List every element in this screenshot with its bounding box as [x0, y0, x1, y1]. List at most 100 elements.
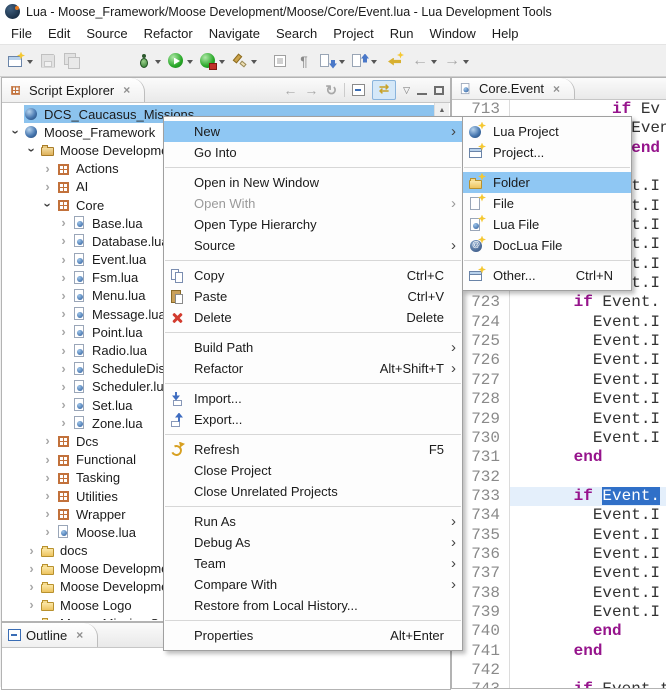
link-with-editor-icon[interactable]: ⇄ — [372, 80, 396, 100]
code-line-732[interactable]: 732 — [452, 468, 666, 487]
context-menu-item-go-into[interactable]: Go Into› — [164, 142, 462, 163]
run-button[interactable] — [164, 49, 196, 73]
menu-navigate[interactable]: Navigate — [201, 24, 268, 43]
context-menu-item-source[interactable]: Source› — [164, 235, 462, 256]
context-menu-item-debug-as[interactable]: Debug As› — [164, 532, 462, 553]
dropdown-caret-icon[interactable] — [27, 60, 33, 67]
close-icon[interactable]: × — [553, 82, 560, 96]
code-line-736[interactable]: 736 Event.I — [452, 545, 666, 564]
expand-arrow-icon[interactable]: › — [23, 598, 40, 612]
code-line-723[interactable]: 723 if Event. — [452, 293, 666, 312]
collapse-arrow-icon[interactable]: › — [25, 142, 39, 159]
context-menu-item-close-unrelated-projects[interactable]: Close Unrelated Projects› — [164, 481, 462, 502]
context-menu-item-properties[interactable]: PropertiesAlt+Enter› — [164, 625, 462, 646]
forward-button[interactable]: → — [440, 49, 472, 73]
expand-arrow-icon[interactable]: › — [39, 453, 56, 467]
tab-core-event[interactable]: Core.Event × — [452, 78, 575, 99]
menu-window[interactable]: Window — [422, 24, 484, 43]
code-line-733[interactable]: 733 if Event. — [452, 487, 666, 506]
next-annotation-button[interactable] — [316, 49, 348, 73]
context-menu-item-team[interactable]: Team› — [164, 553, 462, 574]
expand-arrow-icon[interactable]: › — [39, 434, 56, 448]
prev-annotation-button[interactable] — [348, 49, 380, 73]
new-submenu-item-file[interactable]: File› — [463, 193, 631, 214]
collapse-arrow-icon[interactable]: › — [41, 197, 55, 214]
context-menu-item-new[interactable]: New› — [164, 121, 462, 142]
back-button[interactable]: ← — [408, 49, 440, 73]
dropdown-caret-icon[interactable] — [155, 60, 161, 67]
new-submenu-item-lua-project[interactable]: Lua Project› — [463, 121, 631, 142]
show-whitespace-button[interactable]: ¶ — [292, 49, 316, 73]
code-line-724[interactable]: 724 Event.I — [452, 313, 666, 332]
dropdown-caret-icon[interactable] — [371, 60, 377, 67]
format-brush-button[interactable] — [228, 49, 260, 73]
minimize-icon[interactable] — [417, 86, 427, 95]
menu-help[interactable]: Help — [484, 24, 527, 43]
view-menu-icon[interactable]: ▽ — [403, 85, 410, 96]
collapse-arrow-icon[interactable]: › — [9, 124, 23, 141]
tab-outline[interactable]: Outline × — [2, 623, 98, 647]
expand-arrow-icon[interactable]: › — [23, 562, 40, 576]
go-into-icon[interactable]: ↻ — [325, 82, 337, 99]
new-wizard-button[interactable] — [4, 49, 36, 73]
profile-button[interactable] — [196, 49, 228, 73]
code-line-735[interactable]: 735 Event.I — [452, 526, 666, 545]
context-menu-item-refactor[interactable]: RefactorAlt+Shift+T› — [164, 358, 462, 379]
new-submenu-item-other[interactable]: Other...Ctrl+N› — [463, 265, 631, 286]
back-icon[interactable]: ← — [283, 82, 297, 98]
dropdown-caret-icon[interactable] — [251, 60, 257, 67]
menu-project[interactable]: Project — [325, 24, 381, 43]
context-menu-item-open-type-hierarchy[interactable]: Open Type Hierarchy› — [164, 214, 462, 235]
expand-arrow-icon[interactable]: › — [55, 289, 72, 303]
code-line-741[interactable]: 741 end — [452, 642, 666, 661]
context-menu-item-open-in-new-window[interactable]: Open in New Window› — [164, 172, 462, 193]
context-menu-item-refresh[interactable]: RefreshF5› — [164, 439, 462, 460]
menu-file[interactable]: File — [3, 24, 40, 43]
code-line-739[interactable]: 739 Event.I — [452, 603, 666, 622]
debug-button[interactable] — [132, 49, 164, 73]
context-menu-item-paste[interactable]: PasteCtrl+V› — [164, 286, 462, 307]
tab-script-explorer[interactable]: Script Explorer × — [2, 78, 145, 102]
maximize-icon[interactable] — [434, 86, 444, 95]
expand-arrow-icon[interactable]: › — [55, 362, 72, 376]
code-line-738[interactable]: 738 Event.I — [452, 584, 666, 603]
expand-arrow-icon[interactable]: › — [39, 489, 56, 503]
context-menu-item-export[interactable]: Export...› — [164, 409, 462, 430]
expand-arrow-icon[interactable]: › — [39, 507, 56, 521]
context-menu-item-close-project[interactable]: Close Project› — [164, 460, 462, 481]
context-menu-item-copy[interactable]: CopyCtrl+C› — [164, 265, 462, 286]
dropdown-caret-icon[interactable] — [219, 60, 225, 67]
context-menu-item-run-as[interactable]: Run As› — [164, 511, 462, 532]
dropdown-caret-icon[interactable] — [463, 60, 469, 67]
expand-arrow-icon[interactable]: › — [23, 544, 40, 558]
close-icon[interactable]: × — [123, 83, 130, 97]
code-line-742[interactable]: 742 — [452, 661, 666, 680]
menu-run[interactable]: Run — [382, 24, 422, 43]
context-menu-item-compare-with[interactable]: Compare With› — [164, 574, 462, 595]
expand-arrow-icon[interactable]: › — [23, 616, 40, 620]
expand-arrow-icon[interactable]: › — [39, 471, 56, 485]
scroll-up-icon[interactable]: ▲ — [435, 103, 449, 114]
new-submenu-item-folder[interactable]: Folder› — [463, 172, 631, 193]
expand-arrow-icon[interactable]: › — [55, 234, 72, 248]
expand-arrow-icon[interactable]: › — [55, 253, 72, 267]
menu-edit[interactable]: Edit — [40, 24, 78, 43]
expand-arrow-icon[interactable]: › — [55, 380, 72, 394]
context-menu-item-delete[interactable]: DeleteDelete› — [164, 307, 462, 328]
menu-source[interactable]: Source — [78, 24, 135, 43]
new-submenu-item-doclua-file[interactable]: DocLua File› — [463, 235, 631, 256]
dropdown-caret-icon[interactable] — [187, 60, 193, 67]
forward-icon[interactable]: → — [304, 82, 318, 98]
code-line-734[interactable]: 734 Event.I — [452, 506, 666, 525]
expand-arrow-icon[interactable]: › — [55, 398, 72, 412]
code-line-729[interactable]: 729 Event.I — [452, 410, 666, 429]
dropdown-caret-icon[interactable] — [339, 60, 345, 67]
code-line-727[interactable]: 727 Event.I — [452, 371, 666, 390]
expand-arrow-icon[interactable]: › — [23, 580, 40, 594]
context-menu-item-restore-from-local-history[interactable]: Restore from Local History...› — [164, 595, 462, 616]
mark-occurrences-button[interactable] — [268, 49, 292, 73]
expand-arrow-icon[interactable]: › — [55, 307, 72, 321]
new-submenu-item-lua-file[interactable]: Lua File› — [463, 214, 631, 235]
close-icon[interactable]: × — [76, 628, 83, 642]
dropdown-caret-icon[interactable] — [431, 60, 437, 67]
